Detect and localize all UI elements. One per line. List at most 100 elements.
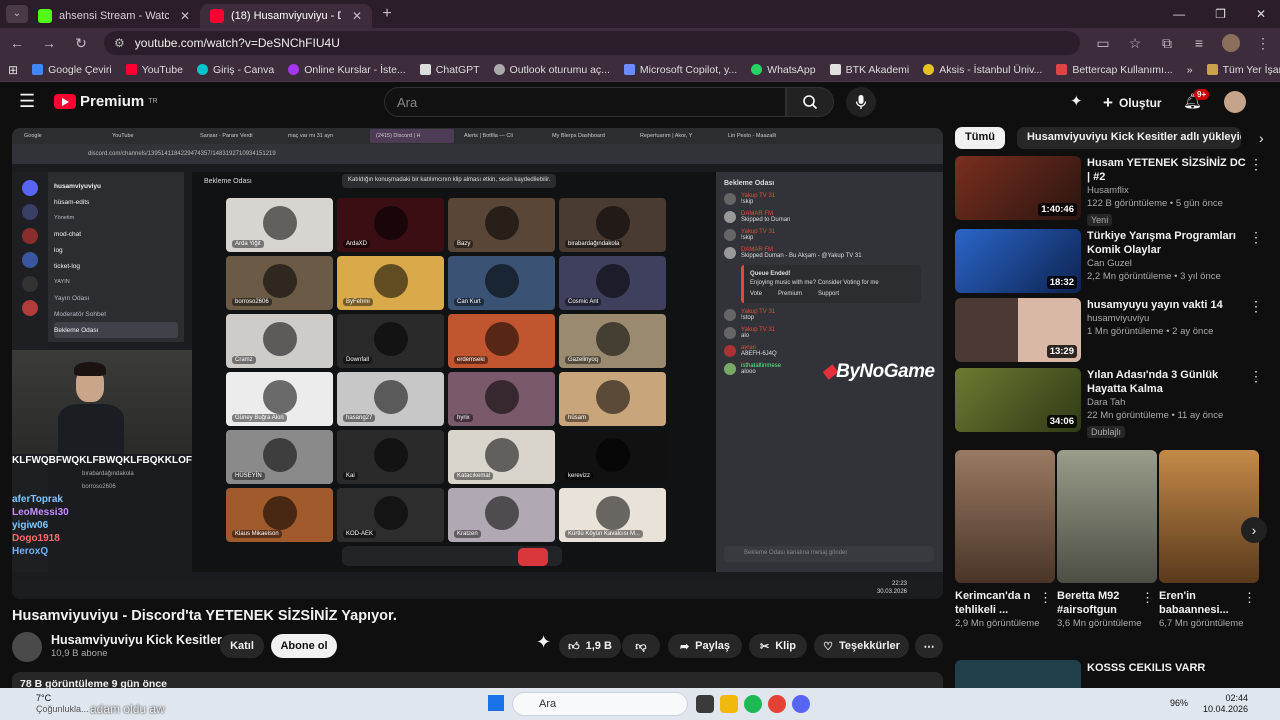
participant-tile[interactable]: birabardağındakola [559,198,666,252]
like-button[interactable]: 👍︎ 1,9 B [559,634,621,658]
participant-tile[interactable]: Klaus Mikaelson [226,488,333,542]
participant-tile[interactable]: ArdaXD [337,198,444,252]
premium-button[interactable]: Premium [778,291,802,297]
chip-all[interactable]: Tümü [955,127,1005,149]
participant-tile[interactable]: HÜSEYİN [226,430,333,484]
participant-tile[interactable]: ByFehmi [337,256,444,310]
minimize-icon[interactable]: — [1173,7,1185,21]
bookmark-item[interactable]: Google Çeviri [32,64,112,76]
vote-button[interactable]: Vote [750,291,762,297]
bookmark-item[interactable]: Microsoft Copilot, y... [623,64,737,76]
channel-avatar[interactable] [12,632,42,662]
hamburger-menu-icon[interactable]: ☰ [19,91,35,112]
support-button[interactable]: Support [818,291,839,297]
close-icon[interactable]: ✕ [180,9,190,23]
chip-uploader[interactable]: Husamviyuviyu Kick Kesitler adlı yükleyi… [1016,127,1241,149]
short-item[interactable]: Beretta M92 #airsoftgun 3,6 Mn görüntüle… [1057,450,1157,630]
apps-icon[interactable]: ⊞ [8,63,18,77]
more-actions-button[interactable]: ⋯ [915,634,943,658]
file-explorer-icon[interactable] [720,695,738,713]
weather-widget[interactable]: 7°C Çoğunlukla... [36,693,89,715]
channel-name[interactable]: Husamviyuviyu Kick Kesitler [51,633,222,647]
menu-icon[interactable]: ⋮ [1254,35,1272,52]
short-item[interactable]: Kerimcan'da n tehlikeli ... 2,9 Mn görün… [955,450,1055,630]
create-button[interactable]: + Oluştur [1103,93,1162,113]
cast-icon[interactable]: ▭ [1094,35,1112,52]
browser-tab-kick[interactable]: ahsensi Stream - Watch Live on ✕ [28,4,200,28]
task-view-icon[interactable] [696,695,714,713]
participant-tile[interactable]: KOD-AEK [337,488,444,542]
participant-tile[interactable]: Cosmic Ant [559,256,666,310]
chevron-right-icon[interactable]: › [1259,130,1264,146]
bookmark-item[interactable]: BTK Akademi [829,64,909,76]
window-controls[interactable]: — ❐ ✕ [1173,7,1280,21]
browser-tab-youtube[interactable]: (18) Husamviyuviyu - Discord ✕ [200,4,372,28]
discord-icon[interactable] [792,695,810,713]
more-icon[interactable]: ⋮ [1249,368,1263,385]
participant-tile[interactable]: erdemseki [448,314,555,368]
chat-input[interactable]: Bekleme Odası kanalına mesaj gönder [724,546,934,562]
participant-tile[interactable]: Gazelinyoq [559,314,666,368]
participant-tile[interactable]: Bazy [448,198,555,252]
recommended-video[interactable]: 1:40:46 Husam YETENEK SİZSİNİZ DC | #2 Hu… [955,156,1270,226]
bookmark-item[interactable]: YouTube [125,64,183,76]
chrome-icon[interactable] [768,695,786,713]
spotify-icon[interactable] [744,695,762,713]
participant-tile[interactable]: borroso2606 [226,256,333,310]
bookmark-item[interactable]: Online Kurslar - İste... [288,64,406,76]
participant-tile[interactable]: Katacıkemal [448,430,555,484]
notifications-button[interactable]: 🔔︎ 9+ [1183,89,1210,111]
recommended-video[interactable]: 34:06 Yılan Adası'nda 3 Günlük Hayatta K… [955,368,1270,438]
all-bookmarks[interactable]: Tüm Yer İşaretleri [1206,64,1280,76]
bookmark-item[interactable]: Aksis - İstanbul Üniv... [923,64,1042,76]
participant-tile[interactable]: Kürtlü Köyün Kavalcısı M... [559,488,666,542]
search-input[interactable]: Ara [384,87,786,117]
tab-search-icon[interactable]: ⌄ [6,5,28,23]
participant-tile[interactable]: Arda Yiğit [226,198,333,252]
forward-icon[interactable]: → [40,35,58,51]
bookmark-star-icon[interactable]: ☆ [1126,35,1144,52]
bookmark-item[interactable]: Bettercap Kullanımı... [1056,64,1173,76]
bookmark-item[interactable]: ChatGPT [419,64,480,76]
participant-tile[interactable]: Downfall [337,314,444,368]
bookmark-item[interactable]: Giriş - Canva [196,64,274,76]
media-icon[interactable]: ≡ [1190,35,1208,51]
search-button[interactable] [786,87,834,117]
recommended-video[interactable]: 13:29 husamyuyu yayın vakti 14 husamviyuv… [955,298,1270,362]
participant-tile[interactable]: Can Kurt [448,256,555,310]
video-player[interactable]: Google YouTube Sansar - Paranı Verdi maç… [12,128,943,599]
participant-tile[interactable]: kerevizz [559,430,666,484]
more-icon[interactable]: ⋮ [1249,229,1263,246]
participant-tile[interactable]: Kai [337,430,444,484]
more-icon[interactable]: ⋮ [1039,590,1052,606]
chat-bubble-icon[interactable]: ✦ [1070,92,1083,110]
participant-tile[interactable]: hyrix [448,372,555,426]
site-info-icon[interactable]: ⚙ [114,36,125,50]
subscribe-button[interactable]: Abone ol [271,634,337,658]
account-avatar[interactable] [1224,91,1246,113]
new-tab-button[interactable]: + [378,5,396,23]
system-clock[interactable]: 02:44 10.04.2026 [1203,693,1248,715]
participant-tile[interactable]: Güney Buğra Akın [226,372,333,426]
windows-search-input[interactable]: Ara [512,692,688,716]
bookmark-item[interactable]: Outlook oturumu aç... [493,64,610,76]
leave-call-button[interactable] [518,548,548,566]
more-icon[interactable]: ⋮ [1249,298,1263,315]
thanks-button[interactable]: ♡ Teşekkürler [814,634,909,658]
bookmark-item[interactable]: WhatsApp [751,64,816,76]
reload-icon[interactable]: ↻ [72,35,90,52]
participant-tile[interactable]: hasang27 [337,372,444,426]
clip-button[interactable]: ✂ Klip [749,634,807,658]
more-icon[interactable]: ⋮ [1243,590,1256,606]
maximize-icon[interactable]: ❐ [1215,7,1226,21]
join-button[interactable]: Katıl [220,634,264,658]
shorts-next-button[interactable]: › [1241,517,1267,543]
close-icon[interactable]: ✕ [352,9,362,23]
extensions-icon[interactable]: ⧉ [1158,35,1176,52]
dislike-button[interactable]: 👎︎ [622,634,660,658]
recommended-video[interactable]: 18:32 Türkiye Yarışma Programları Komik … [955,229,1270,293]
participant-tile[interactable]: Cramz [226,314,333,368]
voice-search-button[interactable] [846,87,876,117]
close-window-icon[interactable]: ✕ [1256,7,1266,21]
youtube-logo[interactable]: Premium TR [54,93,158,110]
